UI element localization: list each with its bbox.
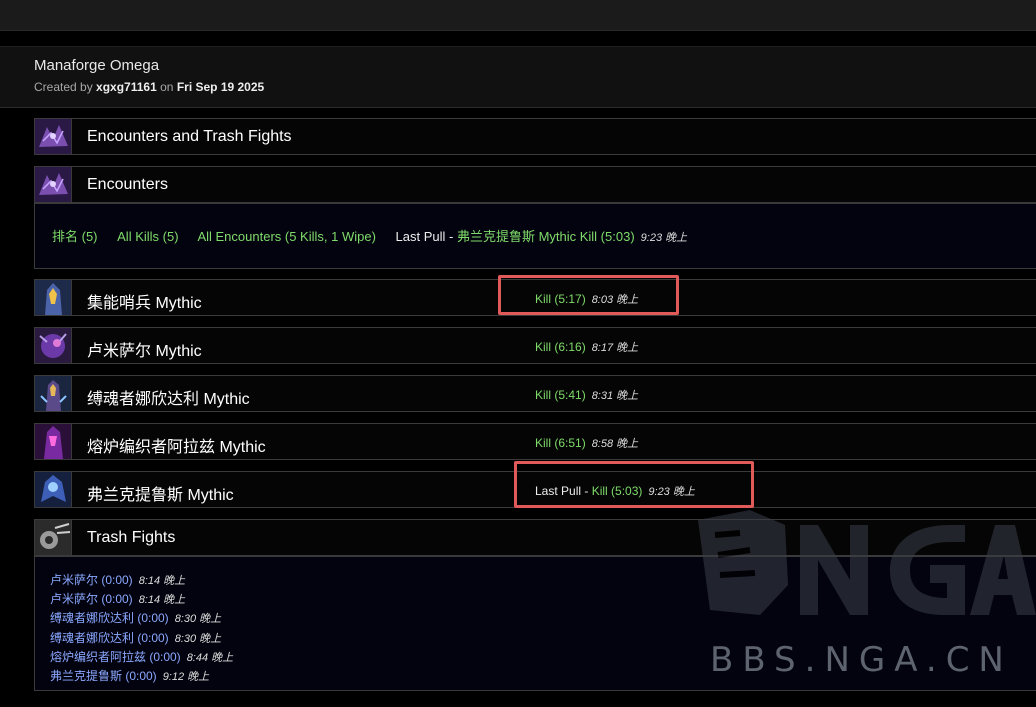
kill-link[interactable]: Kill (6:51) (535, 436, 586, 450)
trash-fight-link[interactable]: 弗兰克提鲁斯 (0:00) (50, 669, 157, 683)
trash-fight-link[interactable]: 卢米萨尔 (0:00) (50, 592, 133, 606)
section-label: Encounters (87, 176, 168, 193)
boss-portrait-icon (35, 472, 72, 507)
trash-fight-link[interactable]: 卢米萨尔 (0:00) (50, 573, 133, 587)
last-pull-label: Last Pull - (395, 229, 457, 244)
trash-fight-time: 8:14 晚上 (138, 575, 186, 587)
encounter-filters-panel: 排名 (5) All Kills (5) All Encounters (5 K… (34, 203, 1036, 269)
section-encounters-and-trash[interactable]: Encounters and Trash Fights (34, 118, 1036, 155)
on-text: on (160, 80, 174, 94)
highlight-box (514, 461, 754, 508)
boss-name: 集能哨兵 Mythic (87, 295, 202, 312)
boss-portrait-icon (35, 328, 72, 363)
boss-row[interactable]: 卢米萨尔 Mythic Kill (6:16) 8:17 晚上 (34, 327, 1036, 364)
boss-name: 熔炉编织者阿拉兹 Mythic (87, 439, 266, 456)
trash-fight-time: 8:30 晚上 (174, 632, 222, 645)
filter-all-kills[interactable]: All Kills (5) (117, 229, 178, 244)
kill-time: 8:58 晚上 (591, 438, 639, 450)
boss-portrait-icon (35, 280, 72, 315)
kill-time: 8:17 晚上 (591, 342, 639, 354)
list-item[interactable]: 熔炉编织者阿拉兹 (0:00) 8:44 晚上 (50, 648, 233, 667)
boss-row[interactable]: 熔炉编织者阿拉兹 Mythic Kill (6:51) 8:58 晚上 (34, 423, 1036, 460)
trash-fight-time: 9:12 晚上 (162, 671, 210, 684)
list-item[interactable]: 卢米萨尔 (0:00) 8:14 晚上 (50, 590, 233, 609)
raid-icon (35, 119, 72, 154)
kill-time: 8:31 晚上 (591, 390, 639, 402)
report-header: Manaforge Omega Created by xgxg71161 on … (0, 46, 1036, 108)
trash-fight-link[interactable]: 熔炉编织者阿拉兹 (0:00) (50, 650, 181, 664)
last-pull-time: 9:23 晚上 (640, 232, 688, 244)
boss-row[interactable]: 缚魂者娜欣达利 Mythic Kill (5:41) 8:31 晚上 (34, 375, 1036, 412)
watermark-text: BBS.NGA.CN (710, 640, 1013, 680)
trash-fight-time: 8:44 晚上 (186, 651, 234, 664)
list-item[interactable]: 弗兰克提鲁斯 (0:00) 9:12 晚上 (50, 667, 233, 686)
top-bar (0, 0, 1036, 31)
boss-name: 卢米萨尔 Mythic (87, 343, 202, 360)
filter-all-encounters[interactable]: All Encounters (5 Kills, 1 Wipe) (197, 229, 375, 244)
trash-fight-time: 8:30 晚上 (174, 613, 222, 626)
trash-fight-link[interactable]: 缚魂者娜欣达利 (0:00) (50, 611, 169, 625)
boss-portrait-icon (35, 376, 72, 411)
boss-name: 弗兰克提鲁斯 Mythic (87, 487, 234, 504)
boss-name: 缚魂者娜欣达利 Mythic (87, 391, 250, 408)
boss-kill-info[interactable]: Kill (6:51) 8:58 晚上 (535, 435, 638, 451)
list-item[interactable]: 缚魂者娜欣达利 (0:00) 8:30 晚上 (50, 629, 233, 648)
created-by-prefix: Created by (34, 80, 93, 94)
last-pull-link[interactable]: 弗兰克提鲁斯 Mythic Kill (5:03) (457, 229, 635, 244)
list-item[interactable]: 缚魂者娜欣达利 (0:00) 8:30 晚上 (50, 609, 233, 628)
boss-kill-info[interactable]: Kill (5:41) 8:31 晚上 (535, 387, 638, 403)
filter-bar: 排名 (5) All Kills (5) All Encounters (5 K… (52, 226, 703, 245)
boss-kill-info[interactable]: Kill (6:16) 8:17 晚上 (535, 339, 638, 355)
filter-rankings[interactable]: 排名 (5) (52, 229, 98, 244)
report-title: Manaforge Omega (34, 57, 160, 74)
trash-icon (35, 520, 72, 555)
report-author[interactable]: xgxg71161 (96, 80, 157, 94)
report-date: Fri Sep 19 2025 (176, 80, 265, 94)
trash-list: 卢米萨尔 (0:00) 8:14 晚上 卢米萨尔 (0:00) 8:14 晚上 缚魂… (50, 571, 233, 686)
kill-link[interactable]: Kill (6:16) (535, 340, 586, 354)
highlight-box (498, 275, 679, 315)
raid-icon (35, 167, 72, 202)
kill-link[interactable]: Kill (5:41) (535, 388, 586, 402)
section-encounters[interactable]: Encounters (34, 166, 1036, 203)
section-label: Encounters and Trash Fights (87, 128, 292, 145)
boss-portrait-icon (35, 424, 72, 459)
section-label: Trash Fights (87, 529, 176, 546)
report-byline: Created by xgxg71161 on Fri Sep 19 2025 (34, 80, 264, 94)
trash-fight-time: 8:14 晚上 (138, 594, 186, 607)
trash-fight-link[interactable]: 缚魂者娜欣达利 (0:00) (50, 631, 169, 645)
list-item[interactable]: 卢米萨尔 (0:00) 8:14 晚上 (50, 571, 233, 590)
